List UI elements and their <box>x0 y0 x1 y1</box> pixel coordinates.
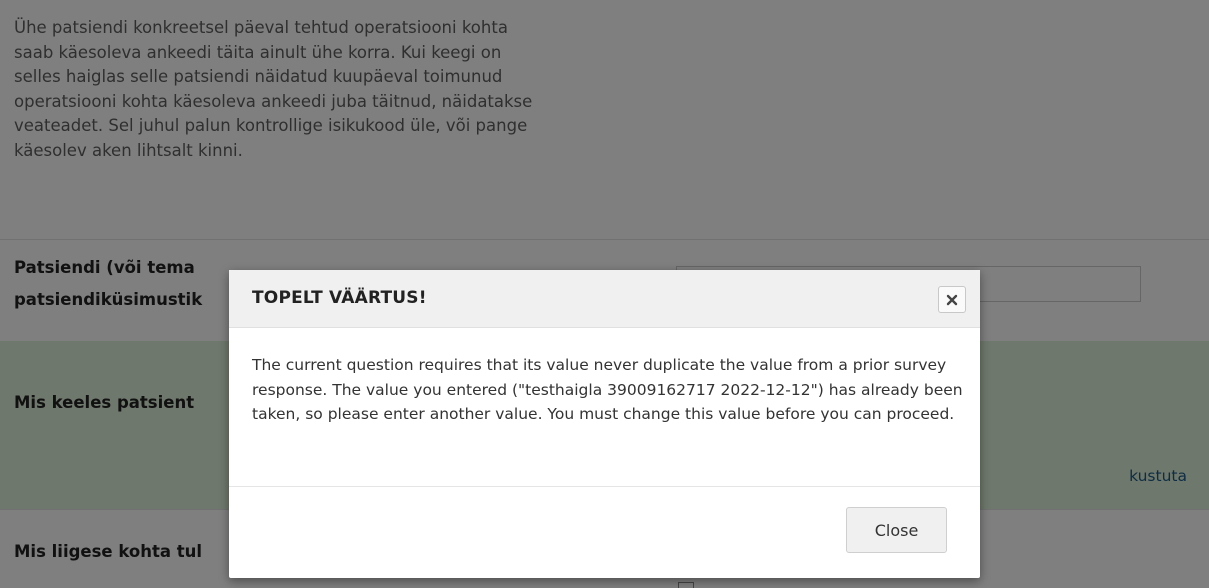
close-button[interactable]: Close <box>846 507 947 553</box>
close-x-icon[interactable] <box>938 286 966 313</box>
dialog-header: TOPELT VÄÄRTUS! <box>229 270 980 328</box>
close-x-glyph <box>946 294 958 305</box>
dialog-footer: Close <box>229 486 980 578</box>
dialog-title: TOPELT VÄÄRTUS! <box>252 288 427 308</box>
duplicate-value-dialog: TOPELT VÄÄRTUS! The current question req… <box>229 270 980 578</box>
dialog-message: The current question requires that its v… <box>252 356 963 423</box>
